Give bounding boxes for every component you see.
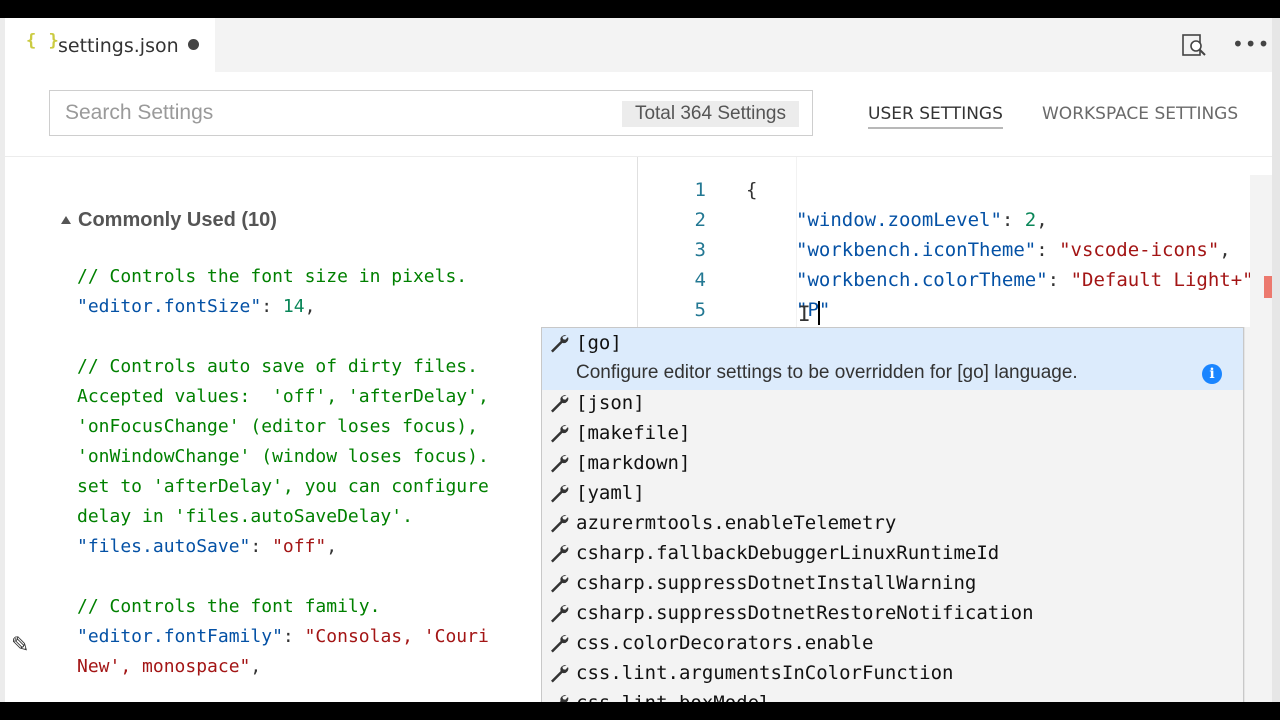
suggest-item[interactable]: csharp.suppressDotnetInstallWarning [542,568,1243,598]
code-line: "workbench.colorTheme": "Default Light+" [796,269,1254,291]
suggest-item[interactable]: css.lint.argumentsInColorFunction [542,658,1243,688]
wrench-icon [551,485,569,503]
search-settings-box[interactable]: Total 364 Settings [49,90,813,136]
suggest-item-label: [markdown] [576,452,691,474]
suggest-item[interactable]: [markdown] [542,448,1243,478]
group-title[interactable]: Commonly Used (10) [78,209,277,232]
code-line: "window.zoomLevel": 2, [796,209,1048,231]
code-line: 'onFocusChange' (editor loses focus), [77,416,478,437]
wrench-icon [551,545,569,563]
suggest-item-label: csharp.suppressDotnetRestoreNotification [576,602,1034,624]
suggest-item[interactable]: csharp.fallbackDebuggerLinuxRuntimeId [542,538,1243,568]
tab-title[interactable]: settings.json [58,35,179,57]
code-line: "editor.fontSize": 14, [77,296,316,317]
collapse-arrow-icon[interactable] [61,216,71,224]
suggest-item-selected[interactable]: [go] Configure editor settings to be ove… [542,328,1243,390]
code-line: // Controls the font family. [77,596,381,617]
settings-count-badge: Total 364 Settings [621,101,799,127]
suggest-item-label: azurermtools.enableTelemetry [576,512,897,534]
suggest-widget[interactable]: [go] Configure editor settings to be ove… [541,327,1244,702]
wrench-icon [551,665,569,683]
line-number: 4 [694,269,706,291]
wrench-icon [551,605,569,623]
code-line: set to 'afterDelay', you can configure [77,476,489,497]
window-scrollbar[interactable] [1272,18,1280,702]
wrench-icon [551,575,569,593]
suggest-item-label: [makefile] [576,422,691,444]
suggest-item[interactable]: [yaml] [542,478,1243,508]
suggest-item[interactable]: azurermtools.enableTelemetry [542,508,1243,538]
line-number: 2 [694,209,706,231]
suggest-item[interactable]: [json] [542,388,1243,418]
open-preview-icon[interactable] [1180,32,1210,60]
code-line: New', monospace", [77,656,262,677]
suggest-item-label: css.colorDecorators.enable [576,632,874,654]
suggest-item-detail: Configure editor settings to be overridd… [576,362,1078,383]
line-number: 5 [694,299,706,321]
suggest-item-label: css.lint.argumentsInColorFunction [576,662,954,684]
line-number: 1 [694,179,706,201]
suggest-item-label: csharp.fallbackDebuggerLinuxRuntimeId [576,542,1000,564]
suggest-item[interactable]: css.lint.boxModel [542,688,1243,702]
suggest-item-label: [go] [576,332,622,354]
unsaved-dot-icon[interactable] [188,39,199,50]
code-line: // Controls the font size in pixels. [77,266,468,287]
edit-pencil-icon[interactable]: ✎ [11,633,29,658]
wrench-icon [551,425,569,443]
json-file-icon: { } [26,31,60,51]
code-line: { [746,179,758,201]
code-line: Accepted values: 'off', 'afterDelay', [77,386,489,407]
suggest-item[interactable]: csharp.suppressDotnetRestoreNotification [542,598,1243,628]
line-number: 3 [694,239,706,261]
wrench-icon [559,695,569,702]
wrench-icon [551,455,569,473]
search-input[interactable] [65,91,585,135]
tab-user-settings[interactable]: USER SETTINGS [868,104,1003,129]
suggest-item-label: csharp.suppressDotnetInstallWarning [576,572,977,594]
wrench-icon [551,635,569,653]
wrench-icon [551,515,569,533]
code-line: // Controls auto save of dirty files. [77,356,478,377]
info-icon[interactable]: i [1202,364,1222,384]
vscode-window: { } settings.json ••• Total 364 Settings… [0,18,1280,702]
code-line: "files.autoSave": "off", [77,536,338,557]
wrench-icon [551,335,569,353]
suggest-scrollbar[interactable] [1244,327,1272,702]
code-line: "workbench.iconTheme": "vscode-icons", [796,239,1231,261]
code-line: 'onWindowChange' (window loses focus). [77,446,489,467]
text-caret [818,301,820,325]
tab-workspace-settings[interactable]: WORKSPACE SETTINGS [1042,104,1238,124]
code-line: "editor.fontFamily": "Consolas, 'Couri [77,626,489,647]
suggest-item[interactable]: [makefile] [542,418,1243,448]
suggest-item-label: [yaml] [576,482,645,504]
overview-ruler-marker [1264,276,1272,298]
wrench-icon [551,395,569,413]
more-actions-icon[interactable]: ••• [1232,34,1270,54]
suggest-item[interactable]: css.colorDecorators.enable [542,628,1243,658]
code-line: delay in 'files.autoSaveDelay'. [77,506,413,527]
mouse-ibeam-icon: I [798,302,811,326]
suggest-item-label: [json] [576,392,645,414]
suggest-item-label: css.lint.boxModel [576,688,770,702]
